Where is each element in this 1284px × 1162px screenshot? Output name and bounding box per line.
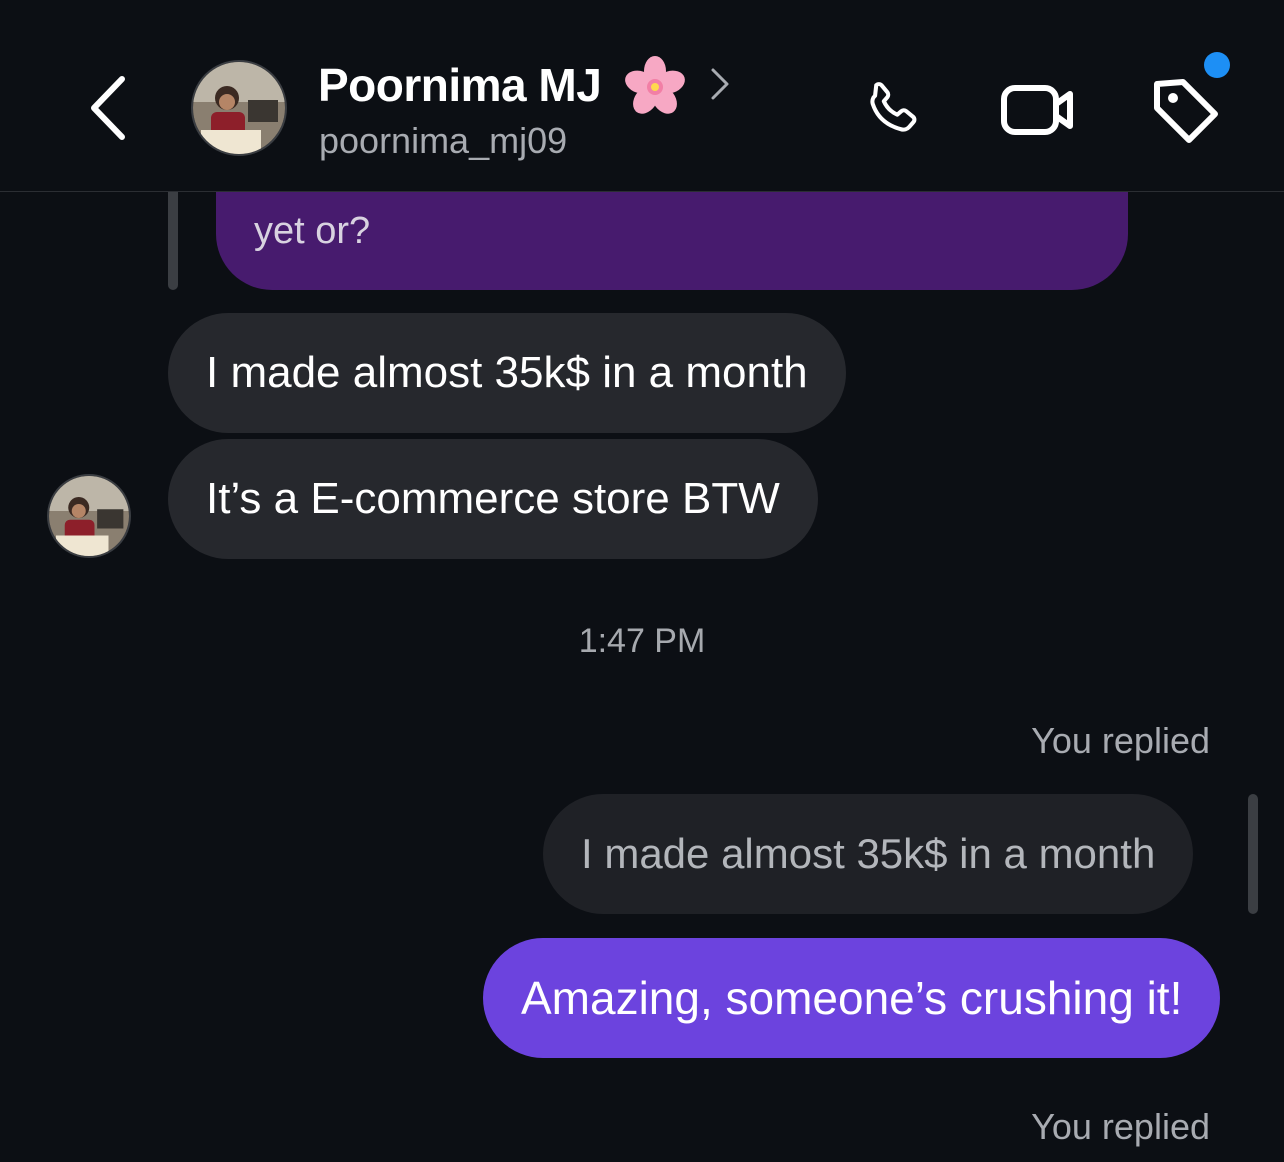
notification-dot xyxy=(1204,52,1230,78)
video-camera-icon xyxy=(1001,85,1073,135)
incoming-message[interactable]: I made almost 35k$ in a month xyxy=(168,313,846,433)
contact-avatar[interactable] xyxy=(191,60,287,156)
outgoing-message[interactable]: Amazing, someone’s crushing it! xyxy=(483,938,1221,1058)
reply-indicator-bar xyxy=(1248,794,1258,914)
tag-icon xyxy=(1154,79,1218,143)
chat-header: Poornima MJ poornima_mj09 xyxy=(0,0,1284,192)
chevron-left-icon xyxy=(91,76,125,140)
video-call-button[interactable] xyxy=(998,70,1078,150)
you-replied-label: You replied xyxy=(1031,720,1210,761)
message-timestamp: 1:47 PM xyxy=(578,622,706,660)
quoted-reply-message[interactable]: I made almost 35k$ in a month xyxy=(543,794,1194,914)
tag-button[interactable] xyxy=(1145,70,1225,150)
chevron-right-icon[interactable] xyxy=(704,62,736,106)
contact-username[interactable]: poornima_mj09 xyxy=(319,120,567,162)
you-replied-label: You replied xyxy=(1031,1106,1210,1147)
contact-name[interactable]: Poornima MJ xyxy=(318,58,602,112)
sender-avatar[interactable] xyxy=(47,474,131,558)
back-button[interactable] xyxy=(76,66,140,150)
incoming-message[interactable]: It’s a E-commerce store BTW xyxy=(168,439,818,559)
phone-icon xyxy=(870,82,917,132)
cherry-blossom-icon xyxy=(622,54,688,120)
chat-screen: Poornima MJ poornima_mj09 yet or? I made… xyxy=(0,0,1284,1162)
voice-call-button[interactable] xyxy=(852,70,932,150)
